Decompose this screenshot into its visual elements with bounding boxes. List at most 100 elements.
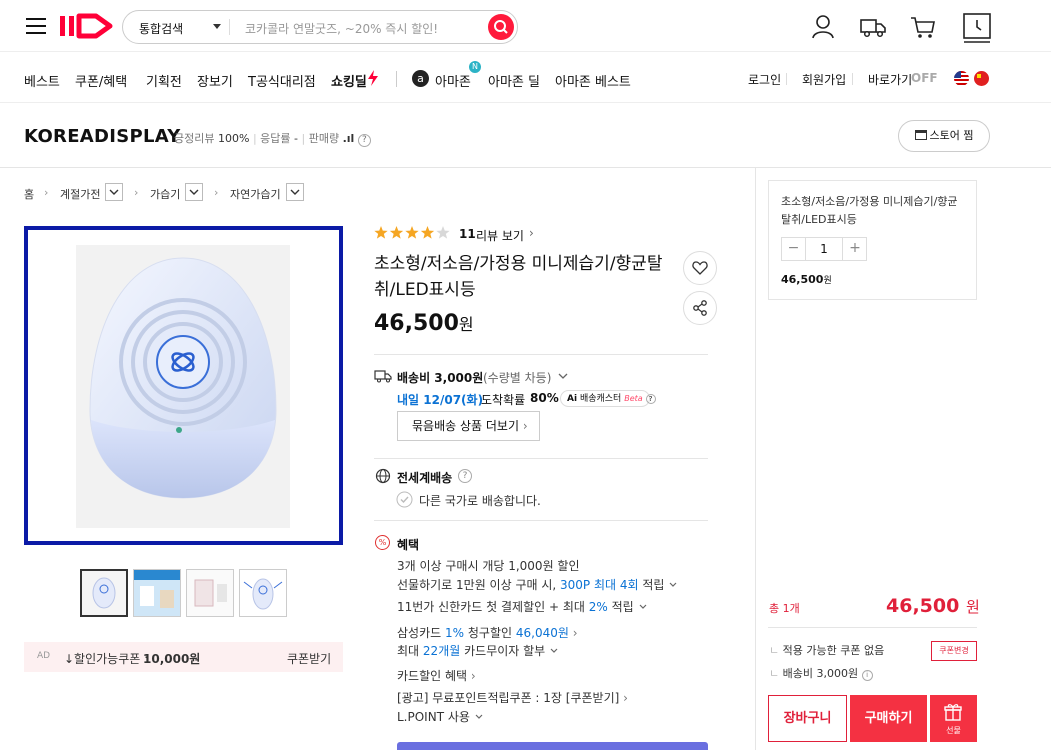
benefit-card-discount[interactable]: 카드할인 혜택 › <box>397 667 476 684</box>
benefit-lpoint[interactable]: L.POINT 사용 <box>397 708 484 725</box>
menu-icon[interactable] <box>26 18 46 34</box>
chevron-right-icon: › <box>44 186 49 199</box>
delivery-truck-icon[interactable] <box>858 12 888 42</box>
benefit-ad-coupon[interactable]: [광고] 무료포인트적립쿠폰 : 1장 [쿠폰받기] › <box>397 689 628 706</box>
divider <box>755 168 756 750</box>
product-price: 46,500원 <box>374 311 474 336</box>
option-summary-panel: 초소형/저소음/가정용 미니제습기/향균탈취/LED표시등 − 1 + 46,5… <box>768 180 977 300</box>
us-flag-icon[interactable] <box>954 71 969 86</box>
rating-stars <box>374 226 450 239</box>
help-icon: ? <box>645 394 656 404</box>
review-link[interactable]: 리뷰 보기 <box>476 227 524 244</box>
thumbnail-1[interactable] <box>80 569 128 617</box>
breadcrumb-home[interactable]: 홈 <box>24 186 34 202</box>
wishlist-button[interactable] <box>683 251 717 285</box>
gift-icon <box>944 704 962 721</box>
minus-icon[interactable]: − <box>782 238 806 260</box>
nav-coupon[interactable]: 쿠폰/혜택 <box>75 71 127 90</box>
divider <box>374 458 708 459</box>
breadcrumb-dropdown-2[interactable] <box>185 183 203 201</box>
benefit-installment[interactable]: 최대 22개월 카드무이자 할부 <box>397 642 559 659</box>
shocking-deal-bolt-icon <box>368 70 378 86</box>
breadcrumb-seasonal[interactable]: 계절가전 <box>60 186 100 202</box>
store-response-label: 응답률 <box>260 132 291 145</box>
gift-button[interactable]: 선물 <box>930 695 977 742</box>
buy-button[interactable]: 구매하기 <box>850 695 927 742</box>
nav-shortcut-toggle[interactable]: OFF <box>911 71 938 85</box>
nav-amazon-deal[interactable]: 아마존 딜 <box>488 71 540 90</box>
thumbnail-4[interactable] <box>239 569 287 617</box>
heart-icon <box>692 261 708 275</box>
nav-exhibition[interactable]: 기획전 <box>146 71 182 90</box>
caret-down-icon[interactable] <box>213 24 221 29</box>
breadcrumb-humidifier[interactable]: 가습기 <box>150 186 180 202</box>
plus-icon[interactable]: + <box>842 238 867 260</box>
nav-amazon-best[interactable]: 아마존 베스트 <box>555 71 631 90</box>
nav-grocery[interactable]: 장보기 <box>197 71 233 90</box>
cart-icon[interactable] <box>908 12 938 42</box>
search-button[interactable] <box>488 14 514 40</box>
share-icon <box>693 300 707 316</box>
bundle-shipping-button[interactable]: 묶음배송 상품 더보기 › <box>397 411 540 441</box>
coupon-banner: AD ↓할인가능쿠폰 : 10,000원 쿠폰받기 <box>24 642 343 672</box>
benefit-gift-point[interactable]: 선물하기로 1만원 이상 구매 시, 300P 최대 4회 적립 <box>397 576 678 593</box>
chevron-right-icon: › <box>134 186 139 199</box>
nav-signup[interactable]: 회원가입 <box>802 71 846 88</box>
global-shipping-title: 전세계배송 <box>397 471 453 485</box>
nav-t-agency[interactable]: T공식대리점 <box>248 71 316 90</box>
store-sales-bars-icon: .ıl <box>342 132 355 145</box>
breadcrumb-dropdown-3[interactable] <box>286 183 304 201</box>
thumbnail-2[interactable] <box>133 569 181 617</box>
store-bar: KOREADISPLAY 긍정리뷰 100% | 응답률 - | 판매량 .ıl… <box>0 104 1051 168</box>
nav-login[interactable]: 로그인 <box>748 71 781 88</box>
ai-delivery-caster-badge[interactable]: Ai 배송캐스터 Beta ? <box>560 390 656 407</box>
gift-label: 선물 <box>946 726 961 735</box>
quantity-value[interactable]: 1 <box>806 238 842 260</box>
star-icon <box>436 226 450 239</box>
divider <box>374 354 708 355</box>
info-icon: i <box>861 670 873 681</box>
chevron-right-icon: › <box>529 226 534 240</box>
store-favorite-button[interactable]: 스토어 찜 <box>898 120 990 152</box>
coupon-change-button[interactable]: 쿠폰변경 <box>931 641 977 661</box>
summary-item-name: 초소형/저소음/가정용 미니제습기/향균탈취/LED표시등 <box>781 195 958 226</box>
coupon-receive-button[interactable]: 쿠폰받기 <box>287 650 331 667</box>
product-main-image[interactable] <box>24 226 343 545</box>
user-icon[interactable] <box>808 12 838 42</box>
main-nav: 베스트 쿠폰/혜택 기획전 장보기 T공식대리점 쇼킹딜 a 아마존 N 아마존… <box>0 53 1051 103</box>
amazon-logo-icon: a <box>412 70 429 87</box>
thumbnail-3[interactable] <box>186 569 234 617</box>
benefit-samsung-card[interactable]: 삼성카드 1% 청구할인 46,040원 › <box>397 624 578 641</box>
eleven-street-logo[interactable] <box>58 12 114 43</box>
store-name[interactable]: KOREADISPLAY <box>24 126 181 147</box>
chevron-down-icon[interactable] <box>557 371 569 381</box>
search-input[interactable]: 코카콜라 연말굿즈, ~20% 즉시 할인! <box>245 20 438 37</box>
percent-icon: % <box>375 535 390 550</box>
nav-divider <box>852 73 853 85</box>
promo-banner-edge[interactable] <box>397 742 708 750</box>
share-button[interactable] <box>683 291 717 325</box>
review-count[interactable]: 11 <box>459 227 476 241</box>
cn-flag-icon[interactable] <box>974 71 989 86</box>
benefit-shinhan-card[interactable]: 11번가 신한카드 첫 결제할인 + 최대 2% 적립 <box>397 598 648 615</box>
quantity-stepper: − 1 + <box>781 237 867 261</box>
store-sales-label: 판매량 <box>308 132 340 145</box>
help-icon[interactable]: ? <box>458 469 472 483</box>
chevron-down-icon <box>475 714 483 719</box>
recent-view-icon[interactable] <box>962 12 992 43</box>
help-icon[interactable]: ? <box>357 134 371 147</box>
total-count: 총 1개 <box>769 602 800 615</box>
nav-shocking-deal[interactable]: 쇼킹딜 <box>331 71 367 90</box>
search-scope-select[interactable]: 통합검색 <box>139 20 183 37</box>
nav-shortcut[interactable]: 바로가기 <box>868 71 912 88</box>
benefit-bulk-discount: 3개 이상 구매시 개당 1,000원 할인 <box>397 559 580 573</box>
nav-amazon[interactable]: 아마존 <box>435 71 471 90</box>
top-header: 통합검색 코카콜라 연말굿즈, ~20% 즉시 할인! <box>0 0 1051 52</box>
breadcrumb-dropdown-1[interactable] <box>105 183 123 201</box>
nav-best[interactable]: 베스트 <box>24 71 60 90</box>
chevron-down-icon <box>189 189 199 195</box>
new-badge: N <box>469 61 481 73</box>
shipping-fee: 배송비 3,000원 <box>397 371 484 385</box>
breadcrumb-natural-humidifier[interactable]: 자연가습기 <box>230 186 281 202</box>
cart-button[interactable]: 장바구니 <box>768 695 847 742</box>
